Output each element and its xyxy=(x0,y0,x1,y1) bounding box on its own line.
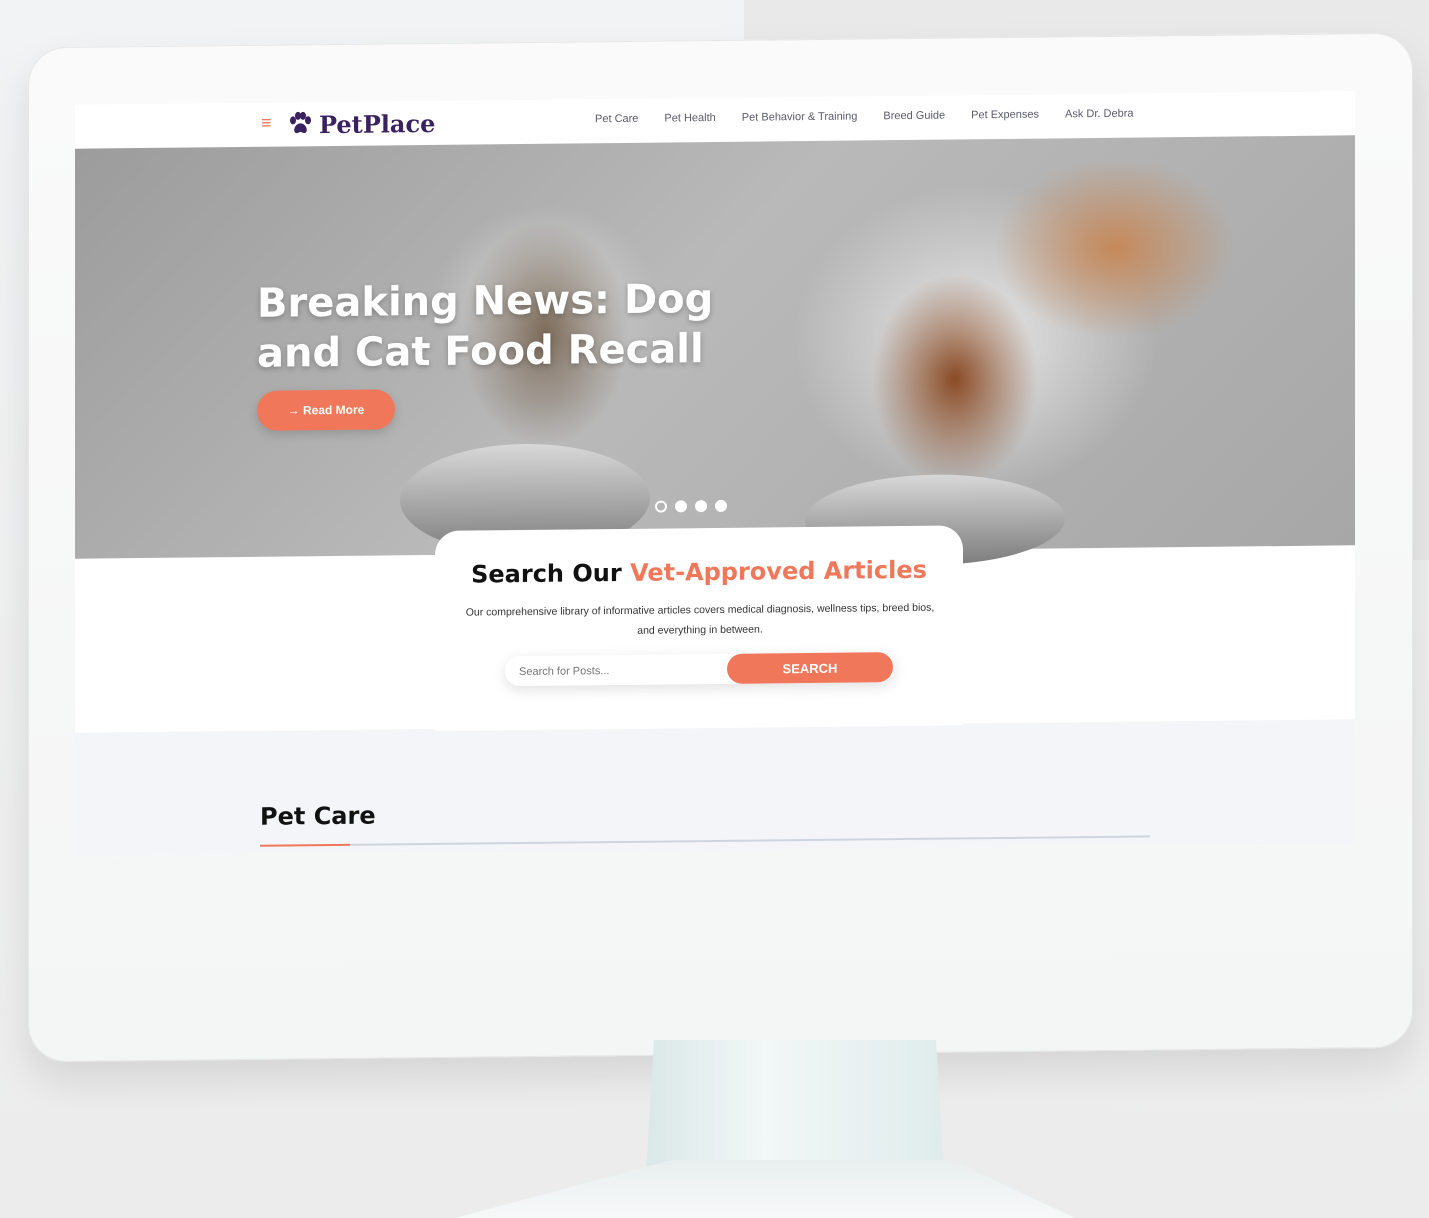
nav-item-pet-care[interactable]: Pet Care xyxy=(595,113,638,125)
nav-item-pet-health[interactable]: Pet Health xyxy=(664,112,715,125)
pet-care-section xyxy=(75,719,1355,857)
slider-dot-2[interactable] xyxy=(675,500,687,513)
nav-item-pet-behavior-training[interactable]: Pet Behavior & Training xyxy=(742,111,858,124)
search-title-accent: Vet-Approved Articles xyxy=(630,555,927,587)
hero-title: Breaking News: Dog and Cat Food Recall xyxy=(257,276,714,377)
search-button[interactable]: SEARCH xyxy=(727,652,893,684)
paw-icon xyxy=(290,111,311,134)
logo-text: PetPlace xyxy=(319,108,436,139)
read-more-button[interactable]: → Read More xyxy=(257,389,395,431)
monitor-stand-base xyxy=(455,1160,1075,1218)
search-input[interactable] xyxy=(505,653,741,689)
site-logo[interactable]: PetPlace xyxy=(287,107,435,141)
main-nav: Pet Care Pet Health Pet Behavior & Train… xyxy=(595,108,1133,126)
search-box: SEARCH xyxy=(505,652,895,689)
slider-dots xyxy=(655,499,727,513)
nav-item-ask-dr-debra[interactable]: Ask Dr. Debra xyxy=(1065,108,1133,121)
slider-dot-4[interactable] xyxy=(715,499,727,512)
hero-slider: Breaking News: Dog and Cat Food Recall →… xyxy=(75,135,1355,567)
nav-item-pet-expenses[interactable]: Pet Expenses xyxy=(971,109,1039,122)
search-description: Our comprehensive library of informative… xyxy=(465,601,935,637)
section-title: Pet Care xyxy=(260,801,376,831)
slider-dot-3[interactable] xyxy=(695,500,707,513)
hamburger-icon[interactable]: ≡ xyxy=(261,113,277,133)
search-title-prefix: Search Our xyxy=(471,558,631,589)
slider-dot-1[interactable] xyxy=(655,500,667,513)
search-title: Search Our Vet-Approved Articles xyxy=(435,555,963,589)
website-screen: ≡ PetPlace Pet Care Pet Health Pet Behav… xyxy=(75,91,1355,857)
nav-item-breed-guide[interactable]: Breed Guide xyxy=(883,110,945,123)
